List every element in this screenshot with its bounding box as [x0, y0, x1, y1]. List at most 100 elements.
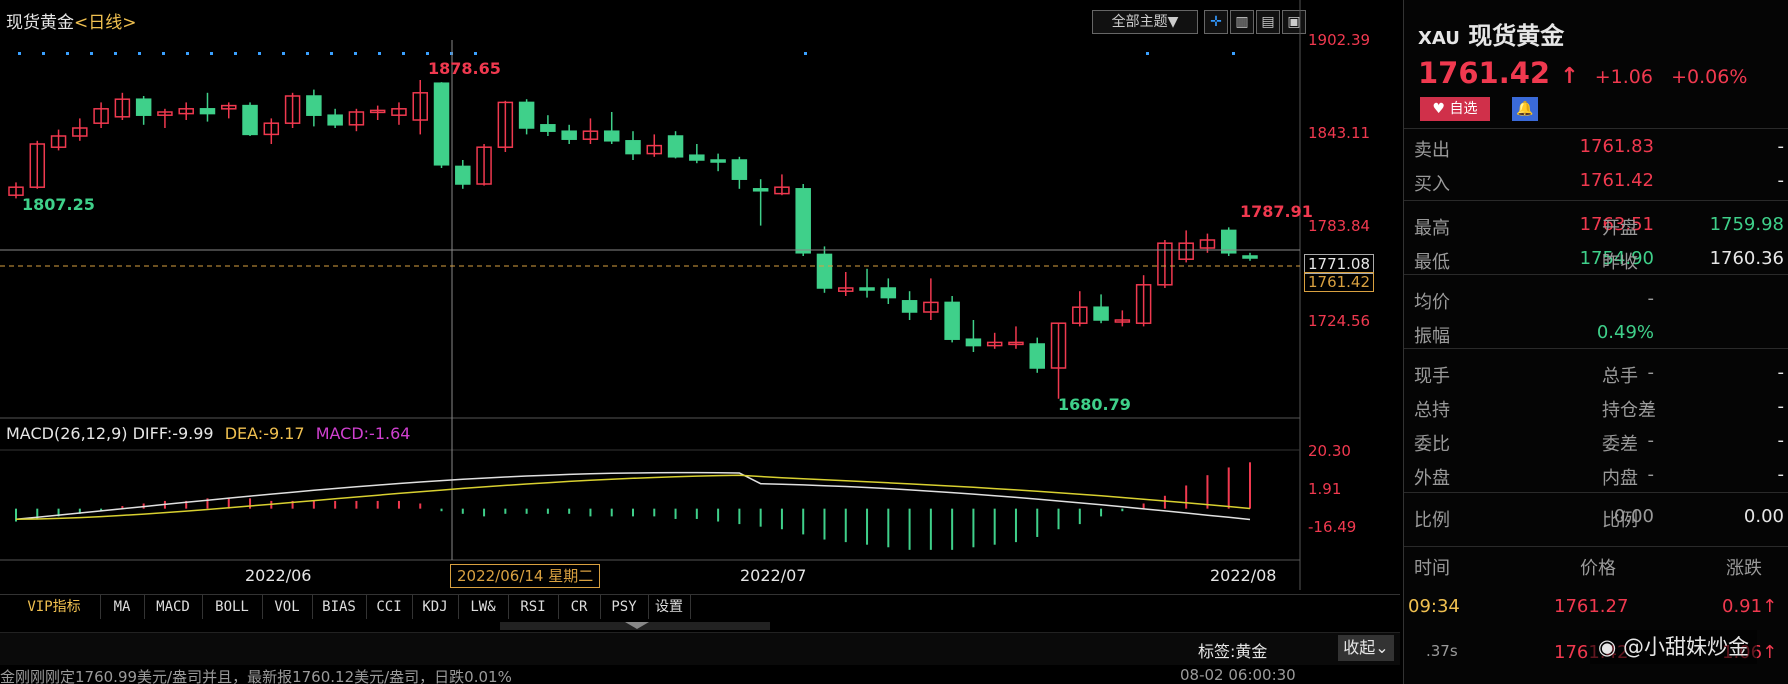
- candle-body: [901, 300, 918, 313]
- row-label: 比例: [1602, 510, 1638, 531]
- news-time: 08-02 06:00:30: [1180, 666, 1296, 684]
- low-annotation: 1807.25: [22, 195, 95, 214]
- trades-change-header: 涨跌: [1726, 558, 1762, 579]
- candle-body: [795, 188, 811, 254]
- indicator-tab-4[interactable]: VOL: [262, 595, 313, 619]
- divider: [1404, 128, 1788, 129]
- candle-body: [710, 159, 726, 163]
- y-label: 1843.11: [1308, 124, 1371, 142]
- trades-price-header: 价格: [1580, 558, 1616, 579]
- indicator-tab-6[interactable]: CCI: [366, 595, 413, 619]
- marker-dot: [306, 52, 309, 55]
- last-price: 1761.42: [1418, 56, 1551, 90]
- candle-body: [625, 140, 641, 155]
- price-change: +1.06: [1594, 66, 1653, 88]
- row-label: 昨收: [1602, 252, 1638, 273]
- horizontal-scrollbar[interactable]: [500, 622, 770, 630]
- quote-row: 最低 1754.90 昨收 1760.36: [1404, 242, 1788, 276]
- quote-symbol: XAU: [1418, 28, 1460, 49]
- row-value: -: [1777, 464, 1785, 485]
- indicator-tab-9[interactable]: RSI: [508, 595, 559, 619]
- candle-body: [306, 95, 322, 116]
- candle-body: [1093, 306, 1109, 321]
- marker-dot: [18, 52, 21, 55]
- collapse-button[interactable]: 收起⌄: [1338, 635, 1394, 661]
- indicator-tab-2[interactable]: MACD: [144, 595, 203, 619]
- marker-dot: [354, 52, 357, 55]
- row-label: 现手: [1414, 366, 1450, 387]
- quote-price: 1761.42 ↑ +1.06 +0.06%: [1418, 56, 1747, 90]
- quote-row: 均价 -: [1404, 282, 1788, 316]
- quote-row: 振幅 0.49%: [1404, 316, 1788, 350]
- row-value: -: [1777, 362, 1785, 383]
- x-label: 2022/08: [1210, 566, 1277, 585]
- row-label: 总持: [1414, 400, 1450, 421]
- row-label: 卖出: [1414, 140, 1450, 161]
- recent-high-annotation: 1787.91: [1240, 202, 1313, 221]
- row-value: 0.49%: [1596, 322, 1654, 343]
- candle-body: [859, 287, 875, 291]
- row-label: 最高: [1414, 218, 1450, 239]
- row-value: 1761.42: [1579, 170, 1654, 191]
- scroll-arrow-icon[interactable]: [625, 622, 649, 629]
- indicator-tab-3[interactable]: BOLL: [202, 595, 263, 619]
- bell-icon[interactable]: 🔔: [1512, 97, 1538, 121]
- indicator-tab-7[interactable]: KDJ: [412, 595, 459, 619]
- row-value: 1759.98: [1709, 214, 1784, 235]
- candle-body: [603, 130, 620, 142]
- marker-dot: [402, 52, 405, 55]
- trade-change: 0.91↑: [1722, 596, 1778, 617]
- candle-body: [1220, 229, 1237, 254]
- price-change-pct: +0.06%: [1671, 66, 1748, 88]
- macd-name: MACD(26,12,9): [6, 424, 128, 443]
- indicator-tab-8[interactable]: LW&: [458, 595, 509, 619]
- row-label: 外盘: [1414, 468, 1450, 489]
- row-label: 振幅: [1414, 326, 1450, 347]
- high-annotation: 1878.65: [428, 59, 501, 78]
- marker-dot: [330, 52, 333, 55]
- marker-dot: [186, 52, 189, 55]
- chart-area[interactable]: 现货黄金<日线> 全部主题▼ ✛ ▥ ▤ ▣ 1902.39 1843.11 1…: [0, 0, 1400, 684]
- tag-label: 标签:黄金: [1198, 642, 1268, 661]
- candle-body: [1242, 255, 1258, 259]
- row-value: -: [1777, 136, 1785, 157]
- trade-time: 09:34: [1408, 596, 1460, 617]
- quote-row: 买入 1761.42 -: [1404, 164, 1788, 198]
- trades-header: 时间 价格 涨跌: [1404, 548, 1788, 582]
- candle-body: [327, 114, 343, 126]
- crosshair-price-tag: 1771.08: [1304, 254, 1374, 274]
- indicator-tab-12[interactable]: 设置: [648, 595, 691, 619]
- favorite-label: 自选: [1449, 101, 1478, 117]
- candle-body: [455, 165, 471, 185]
- y-label: 1724.56: [1308, 312, 1371, 330]
- row-value: -: [1777, 170, 1785, 191]
- candle-body: [135, 98, 152, 116]
- marker-dot: [1146, 52, 1149, 55]
- crosshair-date-tag: 2022/06/14 星期二: [450, 564, 601, 588]
- quote-row: 总持 - 持仓差 -: [1404, 390, 1788, 424]
- candle-body: [731, 159, 748, 180]
- row-label: 总手: [1602, 366, 1638, 387]
- weibo-icon: ◉: [1598, 635, 1617, 659]
- indicator-tab-5[interactable]: BIAS: [312, 595, 367, 619]
- candle-body: [752, 188, 769, 192]
- indicator-tab-0[interactable]: VIP指标: [8, 595, 101, 619]
- news-text: 金刚刚刚定1760.99美元/盎司并且，最新报1760.12美元/盎司，日跌0.…: [0, 668, 512, 684]
- news-ticker[interactable]: 金刚刚刚定1760.99美元/盎司并且，最新报1760.12美元/盎司，日跌0.…: [0, 666, 1400, 684]
- row-label: 开盘: [1602, 218, 1638, 239]
- indicator-tab-1[interactable]: MA: [100, 595, 145, 619]
- watermark: ◉ @小甜妹炒金: [1590, 630, 1758, 664]
- row-label: 内盘: [1602, 468, 1638, 489]
- watermark-text: @小甜妹炒金: [1623, 635, 1750, 659]
- indicator-tab-11[interactable]: PSY: [600, 595, 649, 619]
- add-favorite-button[interactable]: ♥ 自选: [1420, 97, 1490, 121]
- row-value: -: [1777, 430, 1785, 451]
- trade-price: 1761.27: [1554, 596, 1629, 617]
- marker-dot: [474, 52, 477, 55]
- indicator-tab-10[interactable]: CR: [558, 595, 601, 619]
- marker-dot: [66, 52, 69, 55]
- candle-body: [433, 82, 450, 166]
- macd-diff: DIFF:-9.99: [132, 424, 214, 443]
- quote-row: 外盘 - 内盘 -: [1404, 458, 1788, 492]
- marker-dot: [138, 52, 141, 55]
